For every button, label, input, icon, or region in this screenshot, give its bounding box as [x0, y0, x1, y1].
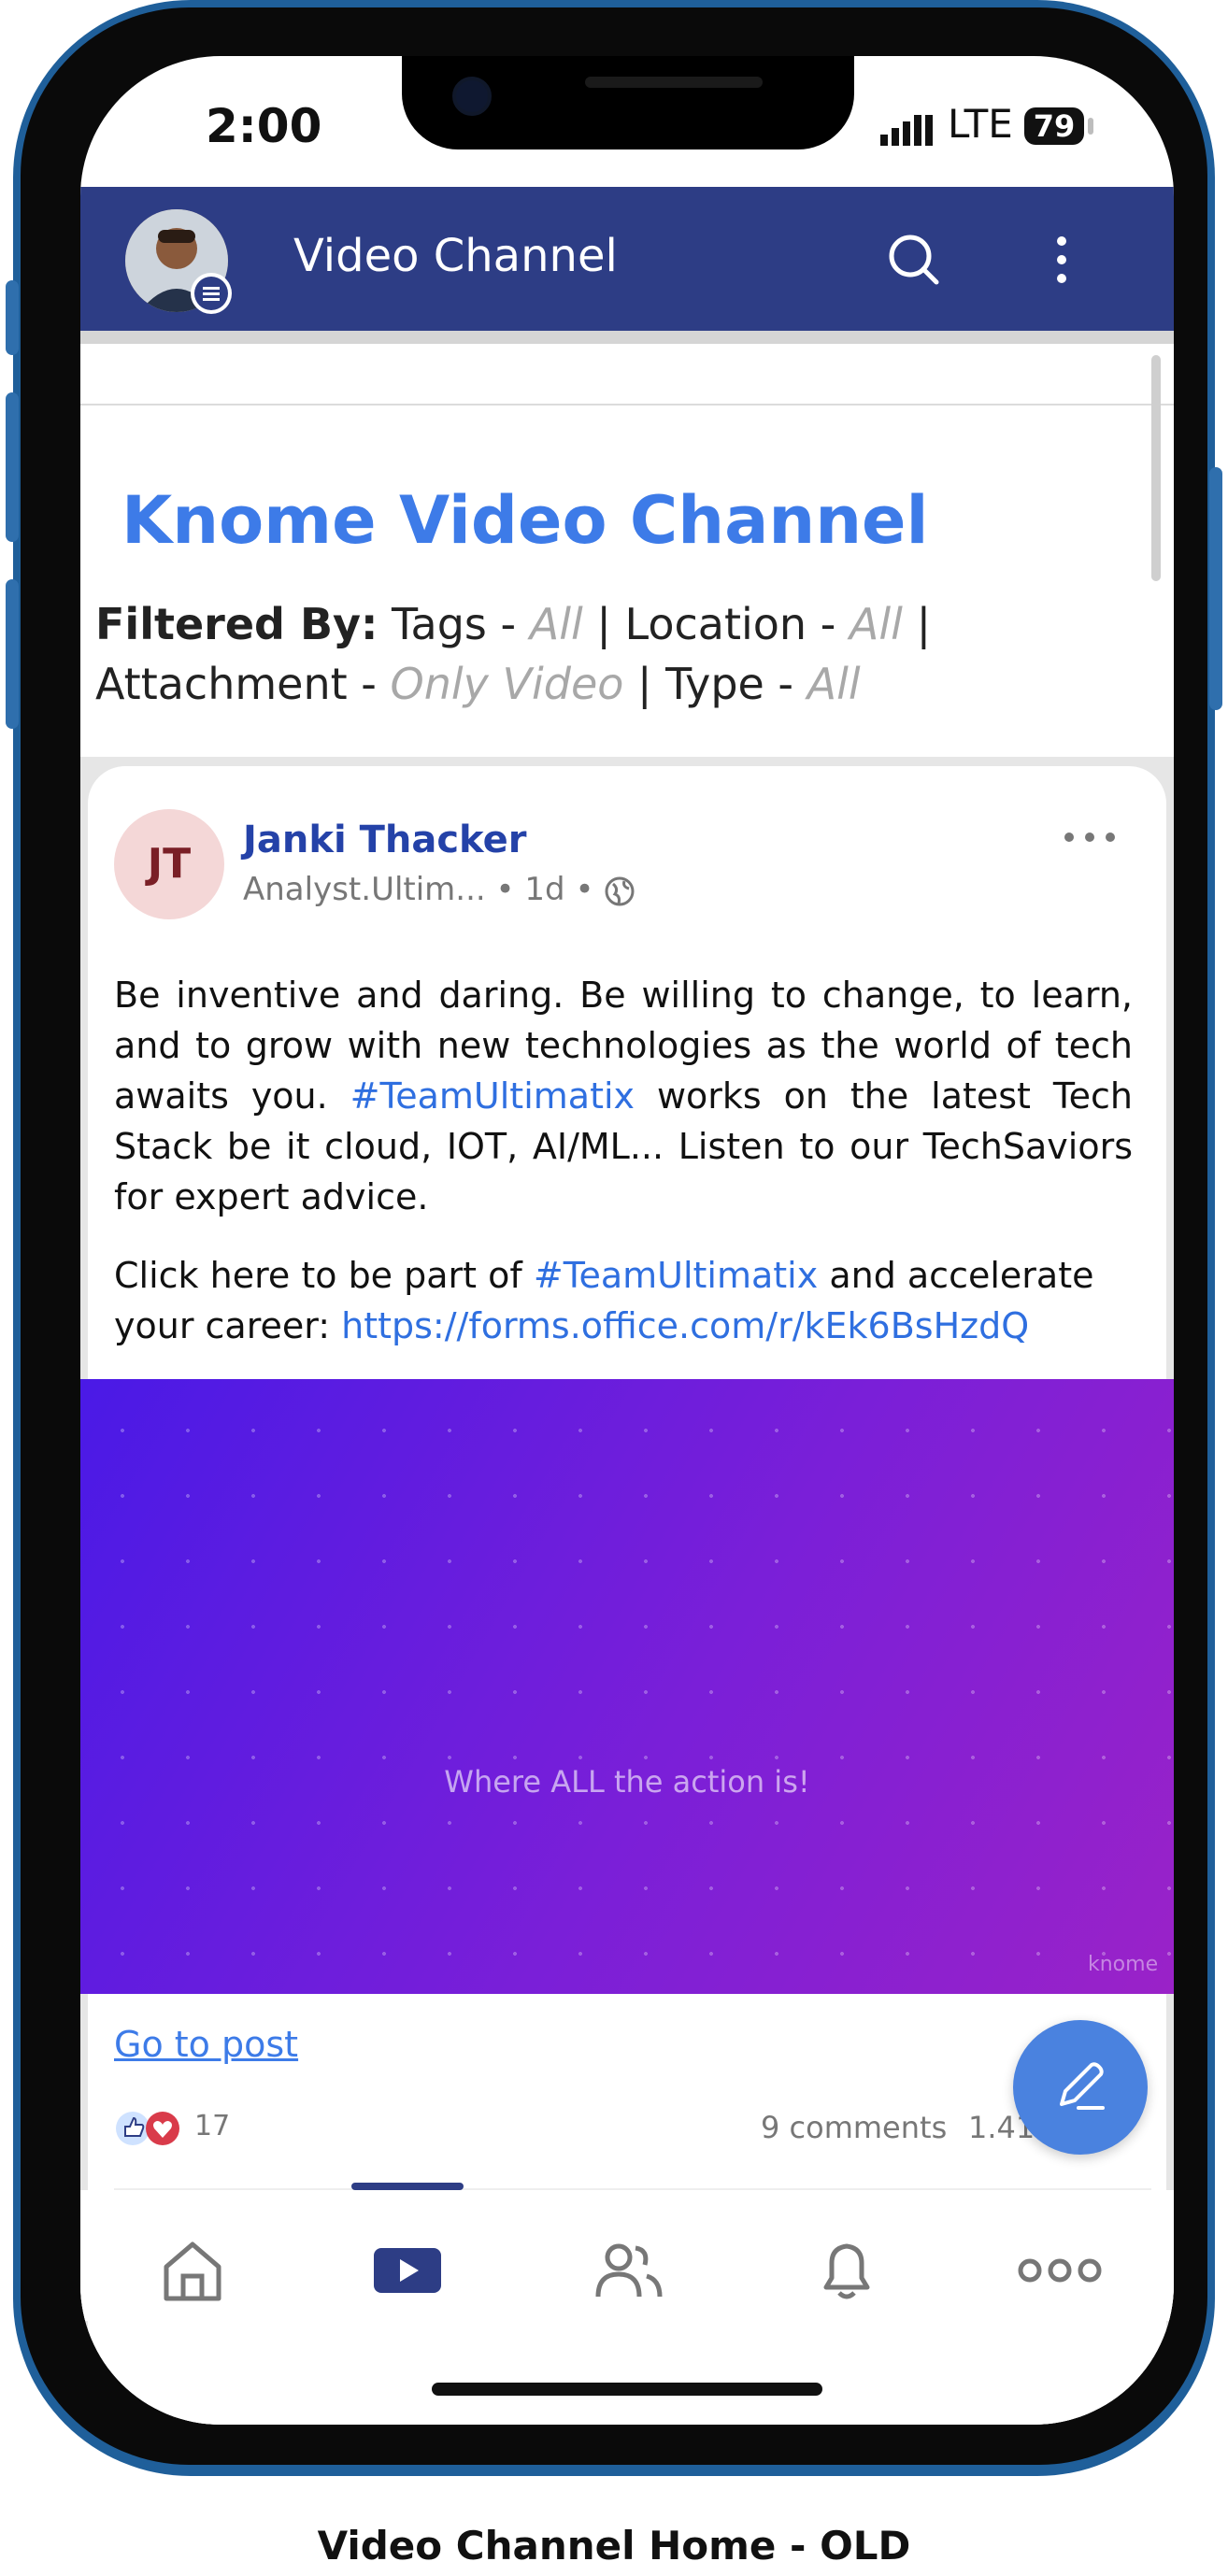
filter-summary: Filtered By: Tags - All | Location - All…	[95, 594, 1142, 714]
silent-switch	[6, 280, 19, 355]
filter-type-value: All	[807, 659, 861, 709]
post-paragraph-1: Be inventive and daring. Be willing to c…	[114, 970, 1133, 1222]
pencil-icon	[1060, 2062, 1105, 2110]
comments-count[interactable]: 9 comments	[761, 2110, 947, 2145]
globe-icon	[605, 876, 635, 905]
app-bar-shadow	[80, 331, 1174, 344]
phone-frame: 2:00 LTE 79 Video Channel Knome Video Ch…	[6, 0, 1222, 2476]
post-paragraph-2: Click here to be part of #TeamUltimatix …	[114, 1250, 1133, 1351]
filter-separator: |	[637, 659, 652, 709]
more-vertical-icon[interactable]	[1043, 230, 1080, 290]
app-bar	[80, 187, 1174, 331]
video-icon[interactable]	[370, 2233, 445, 2308]
filter-label: Filtered By:	[95, 599, 378, 649]
power-button	[1209, 467, 1222, 710]
volume-up-button	[6, 392, 19, 542]
meta-dot: •	[495, 871, 515, 908]
battery-icon: 79	[1024, 107, 1084, 145]
divider	[80, 404, 1174, 406]
active-tab-indicator	[351, 2183, 464, 2190]
status-time: 2:00	[206, 99, 322, 153]
home-icon[interactable]	[155, 2233, 230, 2308]
filter-attachment-label: Attachment -	[95, 659, 377, 709]
network-type: LTE	[948, 101, 1013, 147]
front-camera	[452, 77, 492, 116]
compose-button[interactable]	[1013, 2020, 1148, 2155]
video-player[interactable]: Where ALL the action is! knome	[80, 1379, 1174, 1994]
channel-title: Knome Video Channel	[121, 482, 929, 559]
hashtag-link[interactable]: #TeamUltimatix	[350, 1075, 635, 1117]
phone-screen: 2:00 LTE 79 Video Channel Knome Video Ch…	[80, 56, 1174, 2425]
filter-tags-value: All	[529, 599, 583, 649]
bell-icon[interactable]	[809, 2233, 884, 2308]
post-text: Click here to be part of	[114, 1255, 522, 1296]
search-icon[interactable]	[884, 230, 944, 290]
author-role: Analyst.Ultim...	[243, 871, 486, 908]
external-link[interactable]: https://forms.office.com/r/kEk6BsHzdQ	[341, 1305, 1029, 1346]
home-indicator[interactable]	[432, 2383, 822, 2396]
filter-attachment-value: Only Video	[390, 659, 624, 709]
scrollbar[interactable]	[1151, 355, 1161, 581]
author-name[interactable]: Janki Thacker	[243, 818, 526, 861]
filter-tags-label: Tags -	[392, 599, 517, 649]
video-watermark: knome	[1088, 1953, 1159, 1976]
menu-icon	[194, 277, 228, 310]
filter-separator: |	[916, 599, 932, 649]
filter-location-label: Location -	[624, 599, 836, 649]
menu-badge-icon[interactable]	[191, 273, 232, 314]
reactions-icon[interactable]	[114, 2108, 189, 2149]
volume-down-button	[6, 579, 19, 729]
battery-tip	[1088, 118, 1093, 135]
post-body: Be inventive and daring. Be willing to c…	[114, 970, 1133, 1379]
video-pattern	[80, 1379, 1174, 1994]
hashtag-link[interactable]: #TeamUltimatix	[534, 1255, 818, 1296]
filter-type-label: Type -	[665, 659, 794, 709]
post-meta: Analyst.Ultim... • 1d •	[243, 871, 635, 908]
speaker	[585, 77, 763, 88]
more-horizontal-icon[interactable]	[1013, 2233, 1107, 2308]
post-age: 1d	[524, 871, 565, 908]
signal-icon	[880, 115, 933, 146]
people-icon[interactable]	[591, 2233, 665, 2308]
meta-dot: •	[575, 871, 594, 908]
filter-location-value: All	[849, 599, 903, 649]
reaction-count: 17	[194, 2110, 231, 2142]
author-avatar[interactable]: JT	[114, 809, 224, 919]
video-caption: Where ALL the action is!	[444, 1764, 810, 1800]
go-to-post-link[interactable]: Go to post	[114, 2024, 298, 2065]
page-title: Video Channel	[293, 230, 618, 282]
post-options-icon[interactable]	[1062, 828, 1118, 847]
image-caption: Video Channel Home - OLD	[317, 2523, 911, 2569]
filter-separator: |	[596, 599, 611, 649]
